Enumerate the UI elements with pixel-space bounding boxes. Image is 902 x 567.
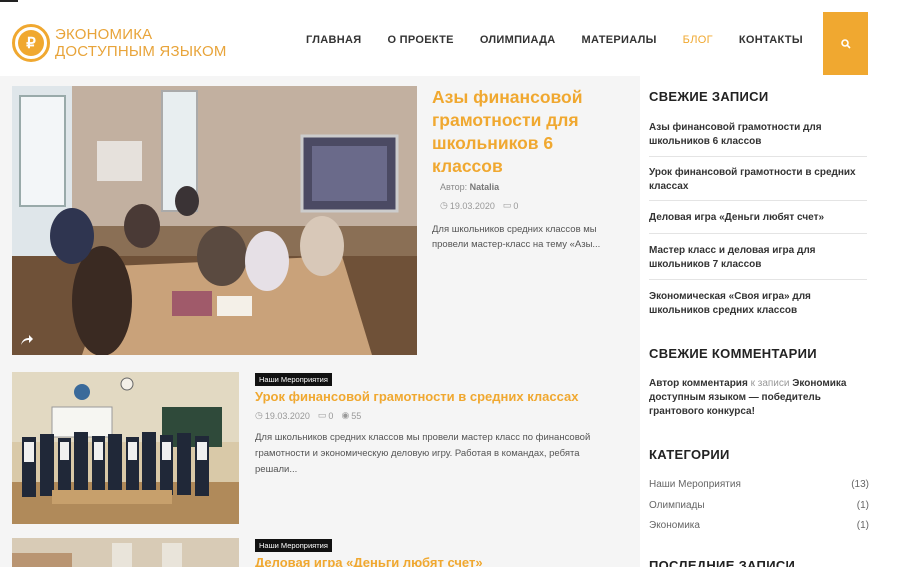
search-icon <box>840 38 851 49</box>
nav-item-materials[interactable]: МАТЕРИАЛЫ <box>582 34 657 46</box>
nav-item-blog[interactable]: БЛОГ <box>683 34 713 46</box>
nav-item-about[interactable]: О ПРОЕКТЕ <box>387 34 453 46</box>
comment-icon: ▭ <box>502 200 512 210</box>
post-comments: 0 <box>328 410 334 421</box>
recent-post-link[interactable]: Экономическая «Своя игра» для школьников… <box>649 290 871 318</box>
recent-post-link[interactable]: Мастер класс и деловая игра для школьник… <box>649 244 871 272</box>
site-header: ₽ ЭКОНОМИКА ДОСТУПНЫМ ЯЗЫКОМ ГЛАВНАЯ О П… <box>0 0 902 76</box>
recent-comments-title: СВЕЖИЕ КОММЕНТАРИИ <box>649 346 817 361</box>
feature-excerpt: Для школьников средних классов мы провел… <box>432 224 601 250</box>
divider <box>649 233 867 234</box>
nav-item-contacts[interactable]: КОНТАКТЫ <box>739 34 803 46</box>
category-count: (13) <box>851 479 869 490</box>
comment-icon: ▭ <box>317 410 327 420</box>
post-excerpt: Для школьников средних классов мы провел… <box>255 432 591 475</box>
feature-date: 19.03.2020 <box>449 200 495 211</box>
categories-title: КАТЕГОРИИ <box>649 447 730 462</box>
divider <box>649 156 867 157</box>
recent-comment: Автор комментария к записи Экономика дос… <box>649 377 871 419</box>
post-views: 55 <box>351 410 362 421</box>
recent-posts-title: СВЕЖИЕ ЗАПИСИ <box>649 89 769 104</box>
feature-post-title[interactable]: Азы финансовой грамотности для школьнико… <box>432 86 627 178</box>
category-item[interactable]: Наши Мероприятия (13) <box>649 479 869 490</box>
recent-post-link[interactable]: Азы финансовой грамотности для школьнико… <box>649 121 871 149</box>
logo-line-1: ЭКОНОМИКА <box>55 26 153 43</box>
feature-comments: 0 <box>513 200 519 211</box>
views-icon: ◉ <box>341 410 350 420</box>
post-date: 19.03.2020 <box>264 410 310 421</box>
share-icon[interactable] <box>20 334 34 346</box>
category-name[interactable]: Экономика <box>649 520 700 531</box>
feature-author: Автор: Natalia <box>440 182 499 192</box>
post-meta: ◷ 19.03.2020 ▭ 0 ◉ 55 <box>255 410 361 421</box>
category-item[interactable]: Экономика (1) <box>649 520 869 531</box>
category-badge[interactable]: Наши Мероприятия <box>255 373 332 386</box>
last-posts-title: ПОСЛЕДНИЕ ЗАПИСИ <box>649 558 796 567</box>
logo-line-2: ДОСТУПНЫМ ЯЗЫКОМ <box>55 43 227 60</box>
category-badge[interactable]: Наши Мероприятия <box>255 539 332 552</box>
top-edge-line <box>0 0 18 2</box>
nav-item-home[interactable]: ГЛАВНАЯ <box>306 34 361 46</box>
post-image[interactable] <box>12 538 239 567</box>
author-name[interactable]: Natalia <box>470 182 500 192</box>
post-title[interactable]: Деловая игра «Деньги любят счет» <box>255 555 483 567</box>
logo-icon[interactable]: ₽ <box>12 24 50 62</box>
sidebar <box>640 76 902 567</box>
site-logo-text[interactable]: ЭКОНОМИКА ДОСТУПНЫМ ЯЗЫКОМ <box>55 26 227 60</box>
author-label: Автор: <box>440 182 468 192</box>
comment-connector: к записи <box>750 378 790 389</box>
comment-author: Автор комментария <box>649 378 748 389</box>
post-title[interactable]: Урок финансовой грамотности в средних кл… <box>255 389 578 404</box>
main-nav: ГЛАВНАЯ О ПРОЕКТЕ ОЛИМПИАДА МАТЕРИАЛЫ БЛ… <box>306 34 829 46</box>
nav-item-olympiad[interactable]: ОЛИМПИАДА <box>480 34 556 46</box>
recent-post-link[interactable]: Деловая игра «Деньги любят счет» <box>649 211 871 225</box>
divider <box>649 279 867 280</box>
feature-post-image[interactable] <box>12 86 417 355</box>
clock-icon: ◷ <box>255 410 263 420</box>
divider <box>649 200 867 201</box>
category-name[interactable]: Олимпиады <box>649 500 705 511</box>
recent-post-link[interactable]: Урок финансовой грамотности в средних кл… <box>649 166 871 194</box>
post-image[interactable] <box>12 372 239 524</box>
category-item[interactable]: Олимпиады (1) <box>649 500 869 511</box>
category-count: (1) <box>856 500 869 511</box>
clock-icon: ◷ <box>440 200 448 210</box>
feature-meta: ◷ 19.03.2020 ▭ 0 <box>440 200 518 211</box>
category-name[interactable]: Наши Мероприятия <box>649 479 741 490</box>
search-button[interactable] <box>823 12 868 75</box>
category-count: (1) <box>856 520 869 531</box>
